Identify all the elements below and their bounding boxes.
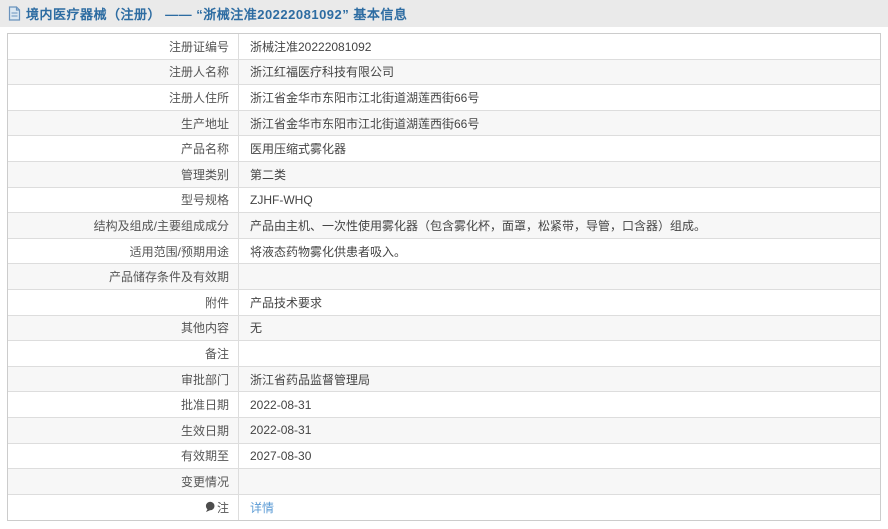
table-row: 适用范围/预期用途 将液态药物雾化供患者吸入。 xyxy=(8,238,880,265)
row-value: 产品由主机、一次性使用雾化器（包含雾化杯，面罩，松紧带，导管，口含器）组成。 xyxy=(250,218,707,233)
details-link[interactable]: 详情 xyxy=(250,499,274,516)
table-row: 批准日期 2022-08-31 xyxy=(8,392,880,418)
table-row: 附件 产品技术要求 xyxy=(8,289,880,316)
document-icon xyxy=(8,6,21,21)
registration-info-table: 注册证编号 浙械注准20222081092 注册人名称 浙江红福医疗科技有限公司… xyxy=(7,33,881,522)
table-row: 生效日期 2022-08-31 xyxy=(8,417,880,444)
row-label: 产品名称 xyxy=(8,136,239,161)
table-row: 审批部门 浙江省药品监督管理局 xyxy=(8,366,880,393)
row-label: 管理类别 xyxy=(8,161,239,187)
row-value xyxy=(239,341,880,366)
row-value: 2022-08-31 xyxy=(250,397,312,412)
table-row: 变更情况 xyxy=(8,469,880,495)
row-label: 生产地址 xyxy=(8,110,239,136)
row-label: 生效日期 xyxy=(8,417,239,443)
row-label: 变更情况 xyxy=(8,469,239,494)
table-row: 注册证编号 浙械注准20222081092 xyxy=(8,34,880,60)
row-value: 无 xyxy=(250,321,263,336)
row-label: 其他内容 xyxy=(8,315,239,341)
row-label: 批准日期 xyxy=(8,392,239,417)
table-row: 型号规格 ZJHF-WHQ xyxy=(8,187,880,214)
row-label: 注册证编号 xyxy=(8,34,239,59)
row-label: 型号规格 xyxy=(8,187,239,213)
row-value xyxy=(239,469,880,494)
table-row: 注册人住所 浙江省金华市东阳市江北街道湖莲西街66号 xyxy=(8,85,880,111)
row-label: 有效期至 xyxy=(8,443,239,469)
table-row: 注 详情 xyxy=(8,494,880,521)
row-label: 注册人名称 xyxy=(8,59,239,85)
page-title: 境内医疗器械（注册） —— “浙械注准20222081092” 基本信息 xyxy=(26,7,408,22)
row-value: 浙江省金华市东阳市江北街道湖莲西街66号 xyxy=(250,116,480,131)
row-value: 浙江省药品监督管理局 xyxy=(250,372,371,387)
table-row: 其他内容 无 xyxy=(8,315,880,342)
row-label: 附件 xyxy=(8,289,239,315)
table-row: 生产地址 浙江省金华市东阳市江北街道湖莲西街66号 xyxy=(8,110,880,137)
row-value: 浙江红福医疗科技有限公司 xyxy=(250,65,395,80)
row-value: 第二类 xyxy=(250,167,287,182)
row-value: 浙械注准20222081092 xyxy=(250,39,372,54)
row-value: ZJHF-WHQ xyxy=(250,192,313,207)
table-row: 注册人名称 浙江红福医疗科技有限公司 xyxy=(8,59,880,86)
pin-icon xyxy=(205,502,215,513)
row-value: 将液态药物雾化供患者吸入。 xyxy=(250,244,407,259)
row-value: 2022-08-31 xyxy=(250,423,312,438)
row-value: 产品技术要求 xyxy=(250,295,323,310)
row-value: 详情 xyxy=(239,495,880,521)
page-header: 境内医疗器械（注册） —— “浙械注准20222081092” 基本信息 xyxy=(0,0,888,27)
table-row: 有效期至 2027-08-30 xyxy=(8,443,880,470)
row-label: 适用范围/预期用途 xyxy=(8,238,239,264)
row-value: 浙江省金华市东阳市江北街道湖莲西街66号 xyxy=(250,90,480,105)
row-label: 备注 xyxy=(8,341,239,366)
table-row: 管理类别 第二类 xyxy=(8,161,880,188)
row-label: 注 xyxy=(8,494,239,521)
row-label: 产品储存条件及有效期 xyxy=(8,264,239,289)
row-value xyxy=(239,264,880,289)
table-row: 产品储存条件及有效期 xyxy=(8,264,880,290)
row-label: 结构及组成/主要组成成分 xyxy=(8,213,239,238)
table-row: 结构及组成/主要组成成分 产品由主机、一次性使用雾化器（包含雾化杯，面罩，松紧带… xyxy=(8,213,880,239)
row-value: 医用压缩式雾化器 xyxy=(250,142,347,157)
table-row: 备注 xyxy=(8,341,880,367)
note-label: 注 xyxy=(216,500,229,515)
row-label: 审批部门 xyxy=(8,366,239,392)
row-value: 2027-08-30 xyxy=(250,448,312,463)
table-row: 产品名称 医用压缩式雾化器 xyxy=(8,136,880,162)
row-label: 注册人住所 xyxy=(8,85,239,110)
